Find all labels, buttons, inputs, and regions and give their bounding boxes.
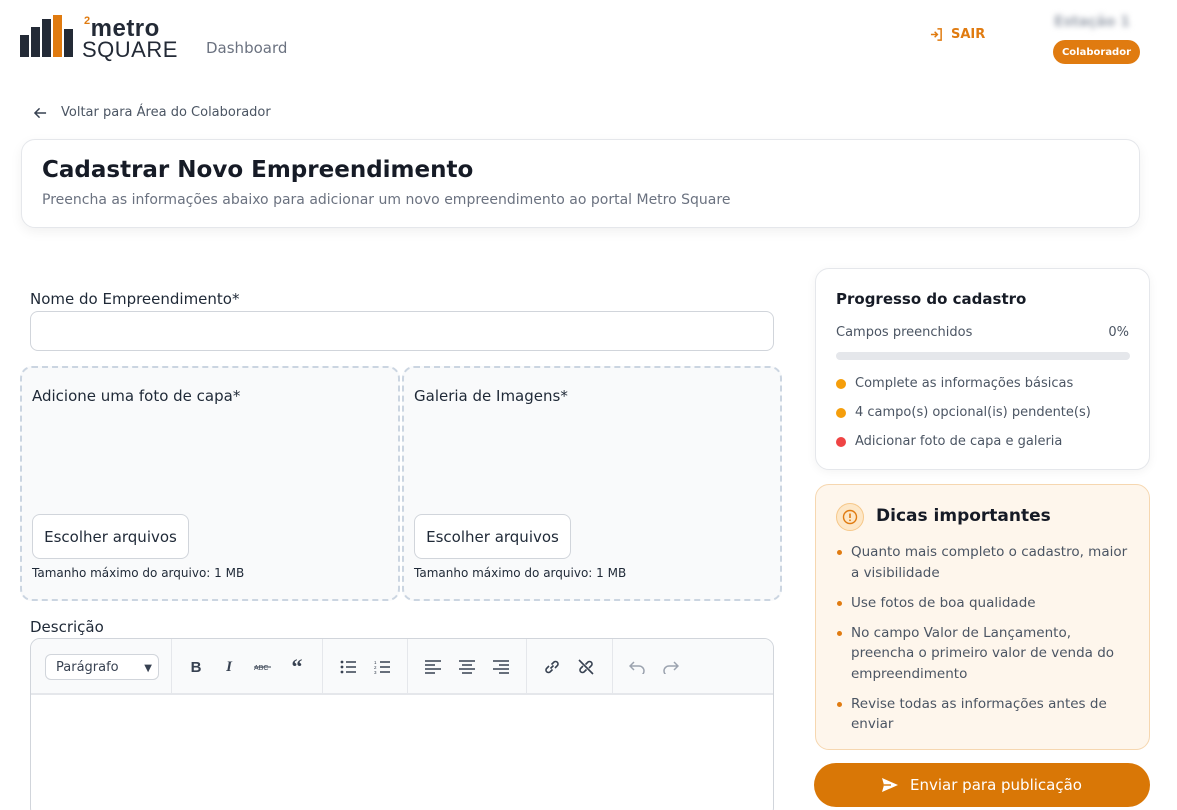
quote-icon[interactable]: “ — [285, 654, 309, 679]
progress-item-text: Complete as informações básicas — [855, 376, 1074, 391]
arrow-left-icon — [34, 107, 47, 118]
gallery-upload-title: Galeria de Imagens* — [414, 387, 568, 405]
paragraph-format-select[interactable]: Parágrafo ▼ — [45, 654, 159, 680]
tips-card: Dicas importantes Quanto mais completo o… — [815, 484, 1150, 750]
logo-text-bottom: SQUARE — [82, 37, 178, 62]
page-subtitle: Preencha as informações abaixo para adic… — [42, 192, 731, 208]
logout-icon — [930, 28, 942, 41]
station-name: Estação 1 — [1054, 14, 1131, 30]
description-label: Descrição — [30, 618, 104, 636]
tip-item: Quanto mais completo o cadastro, maior a… — [836, 542, 1136, 583]
undo-icon[interactable] — [625, 655, 649, 679]
nav-dashboard-link[interactable]: Dashboard — [206, 39, 287, 57]
redo-icon[interactable] — [659, 655, 683, 679]
status-dot-icon — [836, 407, 846, 418]
align-right-icon[interactable] — [489, 655, 513, 679]
status-dot-icon — [836, 436, 846, 447]
tips-list: Quanto mais completo o cadastro, maior a… — [836, 542, 1136, 744]
tip-item: No campo Valor de Lançamento, preencha o… — [836, 623, 1136, 685]
progress-title: Progresso do cadastro — [836, 290, 1027, 308]
fields-filled-percent: 0% — [1108, 325, 1129, 340]
description-editor[interactable]: Parágrafo ▼ B I ABC “ 123 — [30, 638, 774, 810]
italic-icon[interactable]: I — [217, 655, 241, 679]
link-icon[interactable] — [540, 655, 564, 679]
progress-item-text: Adicionar foto de capa e galeria — [855, 434, 1063, 449]
editor-toolbar: Parágrafo ▼ B I ABC “ 123 — [31, 639, 773, 695]
toolbar-divider — [171, 639, 172, 695]
progress-item: Complete as informações básicas — [836, 376, 1073, 391]
tip-item: Use fotos de boa qualidade — [836, 593, 1136, 614]
numbered-list-icon[interactable]: 123 — [370, 655, 394, 679]
svg-text:ABC: ABC — [254, 665, 268, 672]
info-icon — [836, 503, 864, 531]
toolbar-divider — [322, 639, 323, 695]
submit-label: Enviar para publicação — [910, 776, 1082, 794]
progress-item: 4 campo(s) opcional(is) pendente(s) — [836, 405, 1091, 420]
logout-button[interactable]: SAIR — [930, 27, 985, 42]
back-link-label: Voltar para Área do Colaborador — [61, 105, 271, 120]
strikethrough-icon[interactable]: ABC — [251, 655, 275, 679]
name-field-label: Nome do Empreendimento* — [30, 290, 240, 308]
progress-item-text: 4 campo(s) opcional(is) pendente(s) — [855, 405, 1091, 420]
status-dot-icon — [836, 378, 846, 389]
align-left-icon[interactable] — [421, 655, 445, 679]
toolbar-divider — [526, 639, 527, 695]
progress-bar — [836, 352, 1130, 360]
logo-bars-icon — [20, 15, 73, 57]
back-link[interactable]: Voltar para Área do Colaborador — [34, 105, 271, 120]
align-center-icon[interactable] — [455, 655, 479, 679]
toolbar-divider — [407, 639, 408, 695]
cover-upload-title: Adicione uma foto de capa* — [32, 387, 241, 405]
caret-down-icon: ▼ — [144, 663, 152, 674]
submit-for-publication-button[interactable]: Enviar para publicação — [814, 763, 1150, 807]
name-input[interactable] — [30, 311, 774, 351]
metro-square-logo[interactable]: 2metro SQUARE — [20, 15, 180, 62]
paragraph-format-value: Parágrafo — [56, 659, 119, 675]
cover-choose-files-button[interactable]: Escolher arquivos — [32, 514, 189, 559]
gallery-size-hint: Tamanho máximo do arquivo: 1 MB — [414, 566, 627, 580]
progress-card: Progresso do cadastro Campos preenchidos… — [815, 268, 1150, 470]
bold-icon[interactable]: B — [184, 655, 208, 679]
bullet-list-icon[interactable] — [336, 655, 360, 679]
tip-item: Revise todas as informações antes de env… — [836, 694, 1136, 735]
logout-label: SAIR — [951, 27, 986, 42]
send-icon — [882, 778, 899, 792]
unlink-icon[interactable] — [574, 655, 598, 679]
tips-title: Dicas importantes — [876, 506, 1051, 526]
cover-upload-dropzone[interactable]: Adicione uma foto de capa* Escolher arqu… — [20, 366, 400, 601]
gallery-upload-dropzone[interactable]: Galeria de Imagens* Escolher arquivos Ta… — [402, 366, 782, 601]
page-header-card: Cadastrar Novo Empreendimento Preencha a… — [21, 139, 1140, 228]
header: 2metro SQUARE Dashboard SAIR Estação 1 C… — [0, 0, 1177, 90]
cover-size-hint: Tamanho máximo do arquivo: 1 MB — [32, 566, 245, 580]
fields-filled-label: Campos preenchidos — [836, 325, 973, 340]
svg-text:3: 3 — [374, 670, 377, 674]
page-title: Cadastrar Novo Empreendimento — [42, 157, 474, 183]
gallery-choose-files-button[interactable]: Escolher arquivos — [414, 514, 571, 559]
progress-item: Adicionar foto de capa e galeria — [836, 434, 1062, 449]
toolbar-divider — [612, 639, 613, 695]
role-badge: Colaborador — [1053, 40, 1140, 64]
